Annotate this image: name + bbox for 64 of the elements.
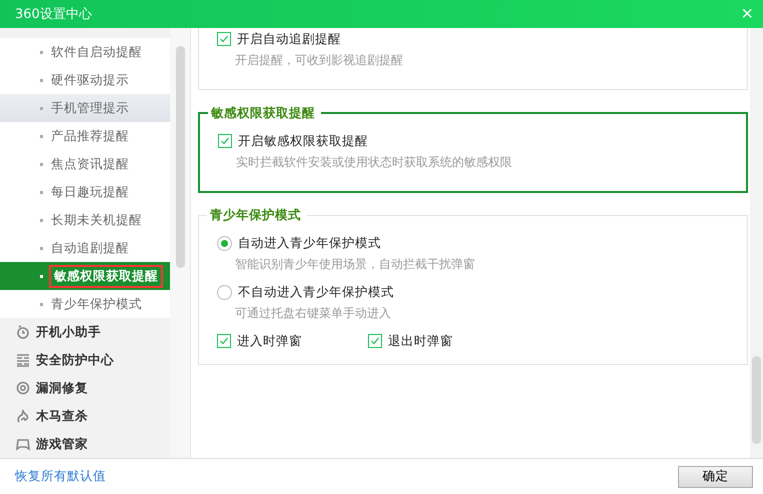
sidebar-item-label: 产品推荐提醒 xyxy=(51,128,129,144)
group-title: 敏感权限获取提醒 xyxy=(208,105,321,122)
sidebar-category[interactable]: 木马查杀 xyxy=(0,402,170,430)
reset-defaults-link[interactable]: 恢复所有默认值 xyxy=(15,468,106,485)
option-label: 开启敏感权限获取提醒 xyxy=(238,132,368,150)
bullet-icon xyxy=(40,274,43,278)
bullet-icon xyxy=(40,162,43,166)
category-label: 游戏管家 xyxy=(36,436,88,452)
sidebar-item-label: 焦点资讯提醒 xyxy=(51,156,129,172)
sidebar-category[interactable]: 漏洞修复 xyxy=(0,374,170,402)
option-label: 进入时弹窗 xyxy=(237,332,302,350)
option-label: 自动进入青少年保护模式 xyxy=(238,234,381,252)
scrollbar-thumb[interactable] xyxy=(176,46,184,268)
category-label: 开机小助手 xyxy=(36,324,101,340)
sidebar-item-label: 手机管理提示 xyxy=(51,100,129,116)
sidebar-category[interactable]: 开机小助手 xyxy=(0,318,170,346)
option-hint: 开启提醒，可收到影视追剧提醒 xyxy=(234,52,404,69)
window-title: 360设置中心 xyxy=(15,6,92,23)
checkbox[interactable] xyxy=(217,334,231,348)
sidebar-item-label: 软件自启动提醒 xyxy=(51,44,142,60)
radio-button[interactable] xyxy=(217,284,232,300)
group-title: 青少年保护模式 xyxy=(207,207,307,224)
check-icon xyxy=(220,136,230,146)
sidebar-item[interactable]: 敏感权限获取提醒 xyxy=(0,262,170,290)
target-icon xyxy=(16,381,30,395)
ok-button[interactable]: 确定 xyxy=(678,466,753,488)
main-scrollbar[interactable] xyxy=(750,28,763,458)
check-icon xyxy=(219,336,229,346)
sidebar-item-label: 长期未关机提醒 xyxy=(51,212,142,228)
check-icon xyxy=(219,34,229,44)
sidebar-item-label: 硬件驱动提示 xyxy=(51,72,129,88)
sidebar-item-label: 自动追剧提醒 xyxy=(51,240,129,256)
checkbox[interactable] xyxy=(218,134,232,148)
option-label: 退出时弹窗 xyxy=(388,332,453,350)
sidebar-scrollbar[interactable] xyxy=(170,28,191,458)
bullet-icon xyxy=(40,50,43,54)
category-label: 安全防护中心 xyxy=(36,352,114,368)
bullet-icon xyxy=(40,134,43,138)
sidebar-item-label: 青少年保护模式 xyxy=(51,296,142,312)
checkbox[interactable] xyxy=(368,334,382,348)
option-hint: 实时拦截软件安装或使用状态时获取系统的敏感权限 xyxy=(235,154,513,171)
checkbox[interactable] xyxy=(217,32,231,46)
clock-icon xyxy=(16,325,30,339)
bullet-icon xyxy=(40,246,43,250)
bullet-icon xyxy=(40,106,43,110)
sidebar-item-label: 每日趣玩提醒 xyxy=(51,184,129,200)
option-label: 不自动进入青少年保护模式 xyxy=(238,284,394,300)
sidebar-category[interactable]: 安全防护中心 xyxy=(0,346,170,374)
sidebar-category[interactable]: 游戏管家 xyxy=(0,430,170,458)
wall-icon xyxy=(16,353,30,367)
bullet-icon xyxy=(40,78,43,82)
scrollbar-thumb[interactable] xyxy=(752,356,761,444)
option-hint: 智能识别青少年使用场景，自动拦截干扰弹窗 xyxy=(234,256,476,273)
option-label: 开启自动追剧提醒 xyxy=(237,30,341,48)
bullet-icon xyxy=(40,302,43,306)
check-icon xyxy=(370,336,380,346)
category-label: 漏洞修复 xyxy=(36,380,88,396)
sidebar-item-label: 敏感权限获取提醒 xyxy=(51,266,161,286)
category-label: 木马查杀 xyxy=(36,408,88,424)
sidebar-item[interactable]: 手机管理提示 xyxy=(0,94,170,122)
option-hint: 可通过托盘右键菜单手动进入 xyxy=(234,305,392,322)
radio-button[interactable] xyxy=(217,236,232,250)
bullet-icon xyxy=(40,190,43,194)
bullet-icon xyxy=(40,218,43,222)
